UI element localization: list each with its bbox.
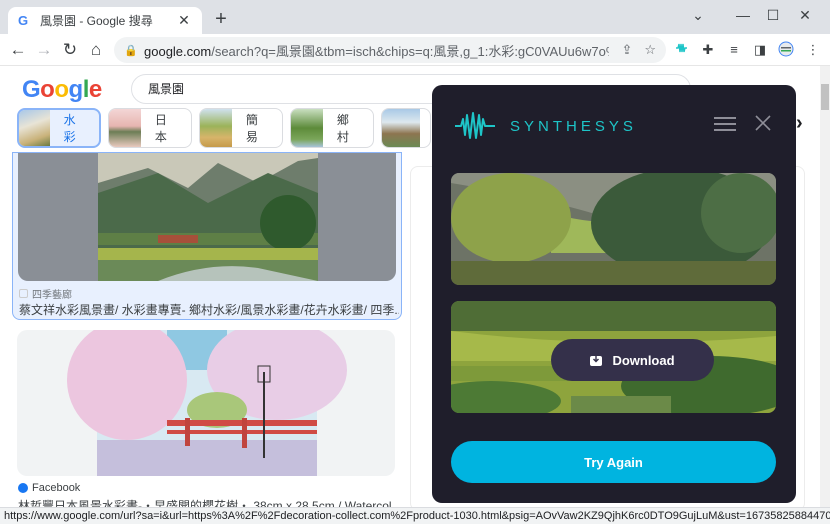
extensions-puzzle-icon[interactable]: ✚ xyxy=(699,41,717,59)
back-icon[interactable]: ← xyxy=(7,39,29,61)
chip-thumbnail xyxy=(19,110,50,146)
close-icon[interactable] xyxy=(754,114,772,132)
lock-icon: 🔒 xyxy=(124,44,138,57)
chip-countryside[interactable]: 鄉村 xyxy=(290,108,374,148)
result-source[interactable]: 四季藝廊 xyxy=(19,286,72,301)
download-icon xyxy=(590,354,603,366)
chip-thumbnail xyxy=(200,109,232,147)
result-source[interactable]: Facebook xyxy=(18,482,80,494)
new-tab-button[interactable]: + xyxy=(210,9,232,31)
facebook-icon xyxy=(18,483,28,493)
google-logo[interactable]: Google xyxy=(22,76,102,104)
synthesys-logo-icon xyxy=(455,112,495,139)
chip-more[interactable] xyxy=(381,108,431,148)
reload-icon[interactable]: ↻ xyxy=(59,39,81,61)
browser-toolbar: ← → ↻ ⌂ 🔒 google.com/search?q=風景園&tbm=is… xyxy=(0,34,830,66)
home-icon[interactable]: ⌂ xyxy=(85,39,107,61)
maximize-button[interactable]: ☐ xyxy=(758,4,788,26)
download-button[interactable]: Download xyxy=(551,339,714,381)
address-bar[interactable]: 🔒 google.com/search?q=風景園&tbm=isch&chips… xyxy=(114,37,666,63)
generated-image-1[interactable] xyxy=(451,173,776,285)
chip-japan[interactable]: 日本 xyxy=(108,108,192,148)
tab-title: 風景園 - Google 搜尋 xyxy=(40,14,153,28)
synthesys-popup: SYNTHESYS Download Try Again xyxy=(432,85,796,503)
result-card[interactable]: 四季藝廊 蔡文祥水彩風景畫/ 水彩畫專賣- 鄉村水彩/風景水彩畫/花卉水彩畫/ … xyxy=(12,152,402,320)
close-window-button[interactable]: ✕ xyxy=(790,4,820,26)
chips-next-arrow-icon[interactable]: › xyxy=(796,112,803,135)
synthesys-extension-icon[interactable] xyxy=(673,41,691,59)
url-text: google.com/search?q=風景園&tbm=isch&chips=q… xyxy=(144,43,610,59)
tab-search-icon[interactable]: ⌄ xyxy=(683,4,713,26)
synthesys-brand: SYNTHESYS xyxy=(454,111,637,141)
chrome-menu-icon[interactable]: ⋮ xyxy=(804,41,822,59)
result-title[interactable]: 蔡文祥水彩風景畫/ 水彩畫專賣- 鄉村水彩/風景水彩畫/花卉水彩畫/ 四季... xyxy=(19,301,399,318)
tab-strip: G 風景園 - Google 搜尋 ✕ + ⌄ — ☐ ✕ xyxy=(0,0,830,34)
chip-thumbnail xyxy=(382,109,420,147)
hamburger-menu-icon[interactable] xyxy=(714,117,736,133)
chip-simple[interactable]: 簡易 xyxy=(199,108,283,148)
share-icon[interactable]: ⇪ xyxy=(621,42,632,58)
page-scrollbar[interactable] xyxy=(820,66,830,508)
try-again-button[interactable]: Try Again xyxy=(451,441,776,483)
profile-avatar[interactable] xyxy=(777,41,795,59)
source-favicon-icon xyxy=(19,289,28,298)
google-favicon-icon: G xyxy=(18,12,29,28)
generated-image-2[interactable]: Download xyxy=(451,301,776,413)
chip-watercolor[interactable]: 水彩 xyxy=(17,108,101,148)
result-image[interactable] xyxy=(18,153,396,281)
tab-active[interactable]: G 風景園 - Google 搜尋 ✕ xyxy=(8,7,202,34)
side-panel-icon[interactable]: ◨ xyxy=(751,41,769,59)
forward-icon[interactable]: → xyxy=(33,39,55,61)
status-bar-url: https://www.google.com/url?sa=i&url=http… xyxy=(0,507,830,524)
result-image[interactable] xyxy=(17,330,395,476)
chip-thumbnail xyxy=(291,109,323,147)
browser-window: G 風景園 - Google 搜尋 ✕ + ⌄ — ☐ ✕ ← → ↻ ⌂ 🔒 … xyxy=(0,0,830,524)
chip-thumbnail xyxy=(109,109,141,147)
minimize-button[interactable]: — xyxy=(728,4,758,26)
filter-chips: 水彩 日本 簡易 鄉村 xyxy=(17,108,431,148)
tab-close-icon[interactable]: ✕ xyxy=(176,12,192,29)
media-queue-icon[interactable]: ≡ xyxy=(725,41,743,59)
bookmark-star-icon[interactable]: ☆ xyxy=(644,42,656,58)
